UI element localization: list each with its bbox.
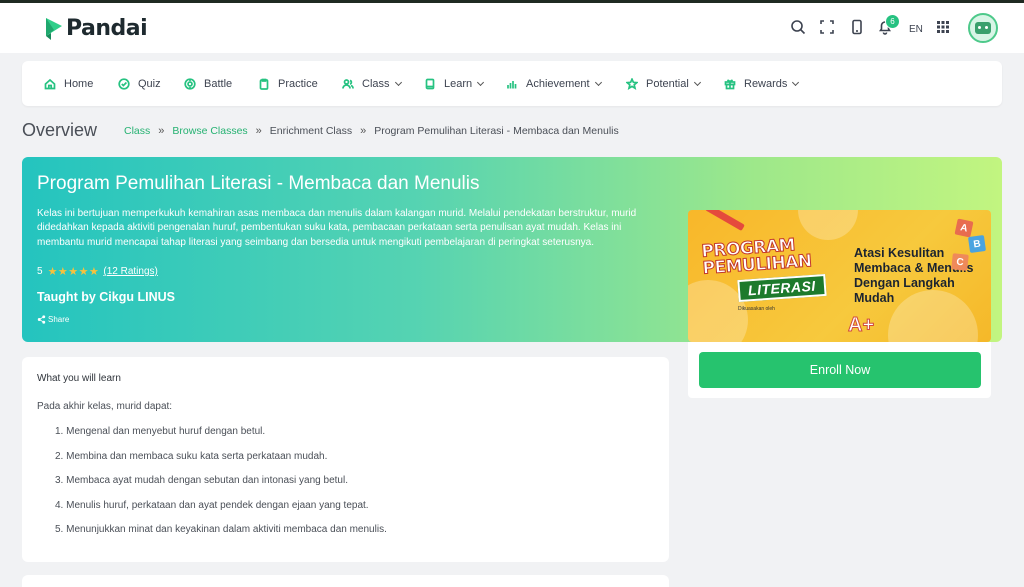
breadcrumb-browse-classes[interactable]: Browse Classes [172,125,247,137]
breadcrumb-separator: » [360,125,367,137]
nav-potential-label: Potential [646,77,689,90]
nav-rewards-label: Rewards [744,77,788,90]
share-icon [37,315,46,324]
learn-intro: Pada akhir kelas, murid dapat: [37,401,173,412]
course-banner-image: PROGRAM PEMULIHAN LITERASI Dikuasakan ol… [688,210,991,342]
breadcrumb-separator: » [255,125,262,137]
nav-learn-label: Learn [444,77,473,90]
pandai-logo-icon [46,18,62,40]
letter-block-icon: C [951,253,969,271]
rating-stars-icon: ★★★★★ [47,266,100,278]
course-title: Program Pemulihan Literasi - Membaca dan… [37,173,480,194]
nav-battle[interactable]: Battle [184,61,232,106]
breadcrumb-enrichment-class: Enrichment Class [269,125,353,137]
nav-practice[interactable]: Practice [258,61,318,106]
nav-rewards[interactable]: Rewards [724,61,800,106]
enroll-card: Enroll Now [688,342,991,398]
book-icon [424,78,436,90]
banner-powered-by: Dikuasakan oleh [738,306,775,312]
apps-grid-icon[interactable] [934,18,952,36]
ratings-count-link[interactable]: (12 Ratings) [103,266,157,277]
banner-grade: A+ [847,314,875,337]
fullscreen-icon[interactable] [818,18,836,36]
rating-value: 5 [37,266,43,277]
nav-home[interactable]: Home [44,61,93,106]
enroll-now-button[interactable]: Enroll Now [699,352,981,388]
star-icon [625,76,639,90]
nav-class[interactable]: Class [342,61,402,106]
list-item: 3. Membaca ayat mudah dengan sebutan dan… [55,475,348,487]
chevron-down-icon [477,78,485,86]
app-name: Pandai [66,15,148,41]
users-icon [342,78,354,90]
pandai-logo[interactable]: Pandai [43,15,148,41]
breadcrumb-current: Program Pemulihan Literasi - Membaca dan… [374,125,619,137]
list-item: 2. Membina dan membaca suku kata serta p… [55,450,328,462]
next-section-card [22,575,669,587]
learn-title: What you will learn [37,373,121,384]
letter-block-icon: B [967,234,987,254]
chevron-down-icon [792,78,800,86]
main-nav: Home Quiz Battle Practice Class Learn Ac… [22,61,1002,106]
bar-chart-icon [506,78,518,90]
nav-battle-label: Battle [204,77,233,90]
list-item: 4. Menulis huruf, perkataan dan ayat pen… [55,499,369,511]
what-you-will-learn-card: What you will learn Pada akhir kelas, mu… [22,357,669,562]
nav-achievement[interactable]: Achievement [506,61,602,106]
chevron-down-icon [394,78,402,86]
nav-quiz[interactable]: Quiz [118,61,161,106]
share-label: Share [48,315,70,324]
page-title: Overview [22,120,98,140]
chevron-down-icon [693,78,701,86]
nav-class-label: Class [362,77,390,90]
course-rating: 5 ★★★★★ (12 Ratings) [37,265,158,278]
user-avatar[interactable] [968,13,998,43]
course-teacher: Taught by Cikgu LINUS [37,290,175,304]
nav-learn[interactable]: Learn [424,61,485,106]
pencil-icon [705,210,745,232]
list-item: 1. Mengenal dan menyebut huruf dengan be… [55,426,266,437]
chevron-down-icon [594,78,602,86]
course-description: Kelas ini bertujuan memperkukuh kemahira… [37,208,637,248]
learn-outcomes-list: 1. Mengenal dan menyebut huruf dengan be… [55,425,387,548]
clipboard-icon [258,78,270,90]
check-circle-icon [118,77,130,90]
breadcrumb-class[interactable]: Class [124,125,150,137]
home-icon [44,78,56,90]
mobile-app-icon[interactable] [848,18,866,36]
robot-avatar-icon [975,22,991,34]
breadcrumb: Class » Browse Classes » Enrichment Clas… [124,125,619,137]
nav-practice-label: Practice [278,77,318,90]
banner-literasi-text: LITERASI [737,273,827,303]
top-header: Pandai 6 EN [0,3,1024,53]
nav-quiz-label: Quiz [138,77,161,90]
letter-block-icon: A [954,218,974,238]
banner-program-text: PROGRAM PEMULIHAN [700,235,813,279]
nav-potential[interactable]: Potential [625,61,701,106]
nav-achievement-label: Achievement [526,77,590,90]
search-icon[interactable] [789,18,807,36]
list-item: 5. Menunjukkan minat dan keyakinan dalam… [55,524,387,536]
gift-icon [724,78,736,90]
breadcrumb-separator: » [158,125,165,137]
battle-icon [184,77,196,90]
language-switch[interactable]: EN [909,24,923,35]
notification-badge: 6 [885,14,900,29]
share-button[interactable]: Share [37,315,69,324]
nav-home-label: Home [64,77,94,90]
